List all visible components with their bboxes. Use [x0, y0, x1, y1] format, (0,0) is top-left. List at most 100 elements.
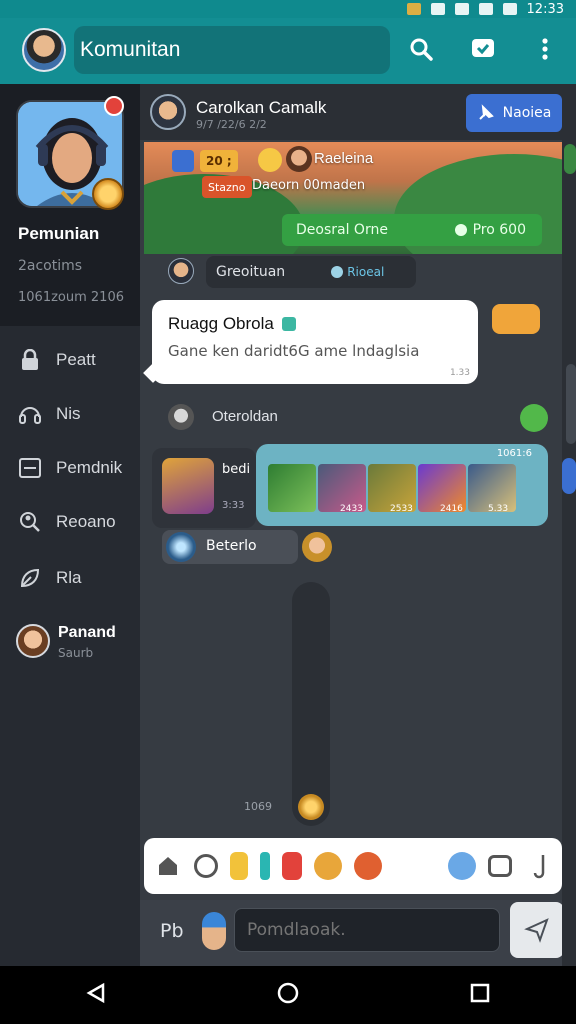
media-caption: 5.33: [488, 504, 509, 514]
profile-sub: 2acotims: [18, 258, 83, 274]
home-icon[interactable]: [276, 981, 300, 1009]
sidebar-item-peatt[interactable]: Peatt: [0, 338, 140, 382]
media-thumb[interactable]: [268, 464, 316, 512]
sidebar-item-rla[interactable]: Rla: [0, 556, 140, 600]
emoji-bar: [144, 838, 562, 894]
right-edge: [562, 84, 576, 966]
headset-icon: [18, 402, 42, 426]
chat-action-button[interactable]: Naoiea: [466, 94, 562, 132]
shield-icon: [172, 150, 194, 172]
media-sender[interactable]: bedi 3:33: [152, 448, 256, 528]
notification-icon: [406, 3, 421, 15]
chat-status: 9/7 /22/6 2/2: [196, 118, 267, 131]
back-icon[interactable]: [85, 982, 107, 1008]
tag-icon: [331, 266, 344, 278]
avatar[interactable]: [202, 912, 226, 950]
message-pill: Beterlo: [162, 530, 298, 564]
media-bubble[interactable]: 1061:6 2433 2533 2416 5.33: [256, 444, 548, 526]
wifi-icon: [454, 3, 469, 15]
progress-banner[interactable]: Deosral Orne Pro 600: [282, 214, 542, 246]
profile-name: Pemunian: [18, 224, 100, 243]
scroll-thumb[interactable]: [298, 794, 324, 820]
battery-icon: [502, 3, 517, 15]
media-sender-time: 3:33: [222, 500, 245, 511]
bubble-tail: [143, 363, 163, 383]
sidebar-item-label: Nis: [56, 404, 81, 423]
chat-title: Carolkan Camalk: [196, 98, 327, 117]
sidebar-user[interactable]: Panand Saurb: [16, 620, 140, 664]
camera-icon[interactable]: [488, 855, 512, 877]
bubble-time: 1.33: [449, 368, 470, 378]
message-row[interactable]: Oteroldan: [168, 402, 548, 434]
avatar[interactable]: [150, 94, 186, 130]
reply-icon[interactable]: [520, 404, 548, 432]
message-row[interactable]: Beterlo: [162, 530, 362, 564]
avatar: [166, 532, 196, 562]
alarm-icon: [430, 3, 445, 15]
message-tag: Rioeal: [347, 265, 385, 279]
chat-panel: Carolkan Camalk 9/7 /22/6 2/2 Naoiea 20 …: [140, 84, 564, 966]
sidebar-item-nis[interactable]: Nis: [0, 392, 140, 436]
chat-action-label: Naoiea: [502, 105, 552, 121]
progress-value: Pro 600: [472, 222, 526, 238]
message-input[interactable]: [234, 908, 500, 952]
banner-title: Raeleina: [314, 150, 374, 167]
sticker-icon[interactable]: [230, 852, 248, 880]
lock-icon: [18, 348, 42, 372]
sticker-icon[interactable]: [282, 852, 302, 880]
system-nav-bar: [0, 966, 576, 1024]
app-bar: Komunitan: [0, 18, 576, 84]
page-title: Komunitan: [80, 38, 181, 61]
chat-header: Carolkan Camalk 9/7 /22/6 2/2 Naoiea: [140, 84, 562, 140]
send-button[interactable]: [510, 902, 564, 958]
sidebar-item-pemdnik[interactable]: Pemdnik: [0, 446, 140, 490]
media-caption: 2416: [440, 504, 463, 514]
avatar: [16, 624, 50, 658]
sidebar: Pemunian 2acotims 1061zoum 2106 Peatt Ni…: [0, 84, 140, 966]
status-badge: Stazno: [202, 176, 252, 198]
home-icon[interactable]: [154, 852, 182, 880]
avatar[interactable]: [22, 28, 66, 72]
sidebar-item-label: Peatt: [56, 350, 96, 369]
sidebar-item-reoano[interactable]: Reoano: [0, 500, 140, 544]
badge-icon[interactable]: [354, 852, 382, 880]
recents-icon[interactable]: [469, 982, 491, 1008]
notification-badge: [104, 96, 124, 116]
location-icon[interactable]: [448, 852, 476, 880]
message-bubble[interactable]: Ruagg Obrola Gane ken daridt6G ame lndag…: [143, 300, 478, 384]
chat-icon[interactable]: [466, 32, 500, 66]
status-time: 12:33: [526, 1, 564, 17]
user-sub: Saurb: [58, 646, 94, 660]
pin-icon: [478, 104, 494, 120]
media-caption: 2433: [340, 504, 363, 514]
list-icon: [18, 456, 42, 480]
message-author: Greoituan: [216, 264, 286, 280]
media-caption: 2533: [390, 504, 413, 514]
medal-icon[interactable]: [314, 852, 342, 880]
coin-icon: [454, 224, 467, 236]
attach-icon[interactable]: [524, 852, 552, 880]
media-sender-label: bedi: [222, 462, 251, 477]
sidebar-item-label: Rla: [56, 568, 82, 587]
scroll-label: 1069: [244, 800, 272, 813]
bubble-title: Ruagg Obrola: [168, 314, 274, 333]
profile-card[interactable]: Pemunian 2acotims 1061zoum 2106: [0, 84, 140, 326]
scroll-track[interactable]: [292, 582, 330, 826]
more-vert-icon[interactable]: [528, 32, 562, 66]
avatar: [162, 458, 214, 514]
status-bar: 12:33: [0, 0, 576, 18]
game-banner[interactable]: 20 ; Raeleina Stazno Daeorn 00maden Deos…: [144, 142, 562, 254]
level-chip: 20 ;: [200, 150, 238, 172]
reaction-chip[interactable]: [492, 304, 540, 334]
avatar: [286, 146, 312, 172]
bar-icon[interactable]: [260, 852, 270, 880]
message-author: Oteroldan: [212, 408, 278, 425]
composer-prefix: Pb: [160, 920, 184, 942]
banner-subtitle: Daeorn 00maden: [252, 178, 366, 193]
star-icon: [258, 148, 282, 172]
search-icon[interactable]: [404, 32, 438, 66]
search-person-icon: [18, 510, 42, 534]
profile-stats: 1061zoum 2106: [18, 290, 124, 305]
smiley-icon[interactable]: [194, 854, 218, 878]
message-row[interactable]: Greoituan Rioeal: [168, 256, 418, 288]
